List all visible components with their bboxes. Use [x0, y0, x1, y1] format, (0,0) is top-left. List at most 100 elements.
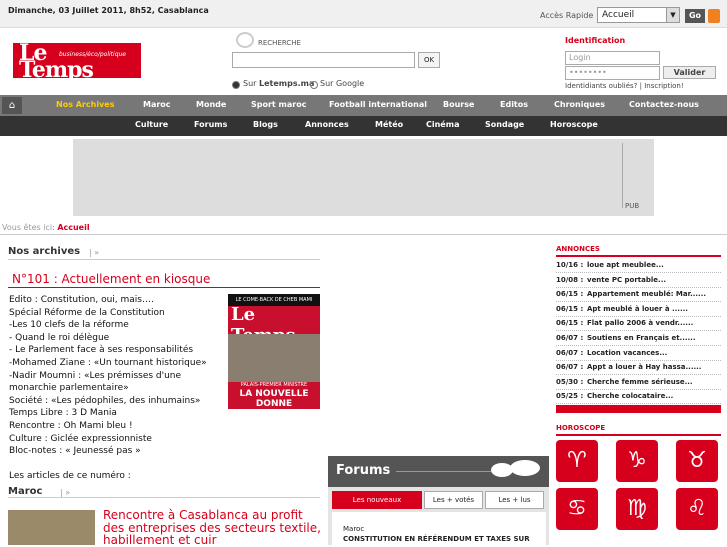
annonces-heading: ANNONCES	[556, 245, 600, 253]
issue-line: -Les 10 clefs de la réforme	[9, 320, 129, 331]
search-input[interactable]	[232, 52, 415, 68]
divider	[8, 259, 320, 260]
divider	[8, 497, 320, 498]
subnav-annonces[interactable]: Annonces	[305, 120, 349, 129]
go-button[interactable]: Go	[685, 9, 705, 23]
annonce-text[interactable]: vente PC portable...	[587, 276, 666, 284]
annonce-item[interactable]: 10/16 : loue apt meublee...	[556, 258, 721, 273]
cover-headline: LA NOUVELLE DONNE	[239, 389, 309, 409]
annonce-item[interactable]: 06/15 : Flat pallo 2006 à vendr......	[556, 316, 721, 332]
annonce-text[interactable]: Location vacances...	[587, 349, 667, 357]
search-site-label: Sur Letemps.ma	[243, 79, 315, 88]
divider	[0, 234, 727, 235]
tab-most-read[interactable]: Les + lus	[485, 491, 544, 509]
capricorn-icon[interactable]: ♑	[616, 440, 658, 482]
subnav-sondage[interactable]: Sondage	[485, 120, 524, 129]
nav-editos[interactable]: Editos	[500, 100, 528, 109]
aries-icon[interactable]: ♈	[556, 440, 598, 482]
annonce-item[interactable]: 06/07 : Soutiens en Français et......	[556, 331, 721, 346]
annonce-date: 10/16 :	[556, 261, 584, 269]
issue-line: Temps Libre : 3 D Mania	[9, 408, 117, 419]
login-links[interactable]: Identidiants oubliés? | Inscription!	[565, 82, 684, 90]
leo-icon[interactable]: ♌	[676, 488, 718, 530]
annonce-date: 06/07 :	[556, 348, 584, 357]
search-site-radio[interactable]	[232, 81, 240, 89]
subnav-forums[interactable]: Forums	[194, 120, 227, 129]
subnav-cinema[interactable]: Cinéma	[426, 120, 459, 129]
archives-more-arrow[interactable]: | »	[89, 248, 99, 257]
taurus-icon[interactable]: ♉	[676, 440, 718, 482]
maroc-heading[interactable]: Maroc	[8, 486, 42, 497]
issue-line: Spécial Réforme de la Constitution	[9, 307, 165, 318]
issue-line: Culture : Giclée expressionniste	[9, 433, 152, 444]
breadcrumb: Vous êtes ici: Accueil	[2, 223, 90, 232]
breadcrumb-current[interactable]: Accueil	[57, 223, 89, 232]
annonce-item[interactable]: 05/25 : Cherche colocataire...	[556, 389, 721, 405]
annonce-text[interactable]: Appartement meublé: Mar......	[587, 290, 706, 298]
rss-icon[interactable]	[708, 9, 720, 23]
nav-football-international[interactable]: Football international	[329, 100, 427, 109]
annonce-item[interactable]: 06/15 : Apt meublé à louer à ......	[556, 302, 721, 317]
site-logo[interactable]: Le business/éco/politique Temps	[13, 40, 141, 83]
ad-label: PUB	[625, 202, 640, 210]
annonce-item[interactable]: 06/15 : Appartement meublé: Mar......	[556, 287, 721, 303]
nav-contact[interactable]: Contactez-nous	[629, 100, 699, 109]
annonce-text[interactable]: Flat pallo 2006 à vendr......	[587, 319, 693, 327]
annonce-item[interactable]: 06/07 : Appt a louer à Hay hassa......	[556, 360, 721, 376]
password-field[interactable]: ••••••••	[565, 66, 660, 80]
login-field[interactable]: Login	[565, 51, 660, 65]
chat-bubble-icon	[510, 460, 540, 476]
annonce-text[interactable]: Cherche femme sérieuse...	[587, 378, 693, 386]
annonce-item[interactable]: 05/30 : Cherche femme sérieuse...	[556, 375, 721, 390]
annonce-text[interactable]: Cherche colocataire...	[587, 392, 673, 400]
divider	[556, 255, 721, 257]
issue-line: Edito : Constitution, oui, mais….	[9, 295, 154, 305]
search-label: RECHERCHE	[258, 39, 301, 47]
home-icon[interactable]: ⌂	[2, 97, 22, 114]
issue-line: Société : «Les pédophiles, des inhumains…	[9, 395, 201, 406]
subnav-horoscope[interactable]: Horoscope	[550, 120, 598, 129]
annonce-item[interactable]: 06/07 : Location vacances...	[556, 346, 721, 361]
chevron-down-icon[interactable]: ▼	[666, 8, 679, 22]
annonce-text[interactable]: Apt meublé à louer à ......	[587, 305, 688, 313]
search-google-radio[interactable]	[310, 81, 318, 89]
annonce-date: 05/25 :	[556, 392, 584, 401]
issue-line: - Quand le roi délègue	[9, 332, 110, 343]
annonce-text[interactable]: loue apt meublee...	[587, 261, 664, 269]
quick-access-label: Accès Rapide	[540, 11, 594, 20]
magazine-cover[interactable]: LE COME-BACK DE CHEB MAMI Le Temps PALAI…	[228, 294, 320, 409]
nav-archives[interactable]: Nos Archives	[56, 100, 114, 109]
annonce-date: 06/07 :	[556, 334, 584, 342]
nav-monde[interactable]: Monde	[196, 100, 226, 109]
ad-banner[interactable]	[73, 139, 654, 216]
subnav-blogs[interactable]: Blogs	[253, 120, 278, 129]
maroc-more-arrow[interactable]: | »	[60, 488, 70, 497]
archives-heading[interactable]: Nos archives	[8, 246, 80, 257]
search-ok-button[interactable]: OK	[418, 52, 440, 68]
article-title[interactable]: Rencontre à Casablanca au profit des ent…	[103, 509, 323, 547]
nav-sport-maroc[interactable]: Sport maroc	[251, 100, 306, 109]
subnav-culture[interactable]: Culture	[135, 120, 168, 129]
subnav-meteo[interactable]: Météo	[375, 120, 403, 129]
nav-chroniques[interactable]: Chroniques	[554, 100, 605, 109]
annonce-date: 06/15 :	[556, 290, 584, 299]
tab-most-voted[interactable]: Les + votés	[424, 491, 483, 509]
annonce-text[interactable]: Soutiens en Français et......	[587, 334, 696, 342]
annonce-item[interactable]: 10/08 : vente PC portable...	[556, 273, 721, 288]
article-thumbnail[interactable]	[8, 510, 95, 545]
login-submit-button[interactable]: Valider	[663, 66, 716, 79]
nav-maroc[interactable]: Maroc	[143, 100, 171, 109]
divider	[8, 287, 320, 288]
issue-title[interactable]: N°101 : Actuellement en kiosque	[12, 272, 210, 286]
annonce-date: 06/07 :	[556, 363, 584, 372]
virgo-icon[interactable]: ♍	[616, 488, 658, 530]
annonce-text[interactable]: Appt a louer à Hay hassa......	[587, 363, 701, 371]
issue-line: - Le Parlement face à ses responsabilité…	[9, 345, 194, 356]
tab-newest[interactable]: Les nouveaux	[332, 491, 422, 509]
forum-post-title[interactable]: CONSTITUTION EN RÉFÉRENDUM ET TAXES SUR	[343, 535, 530, 543]
forums-title: Forums	[336, 463, 391, 478]
nav-bourse[interactable]: Bourse	[443, 100, 474, 109]
cancer-icon[interactable]: ♋	[556, 488, 598, 530]
search-bubble-icon	[236, 32, 254, 48]
quick-access-select[interactable]: Accueil ▼	[597, 7, 680, 23]
